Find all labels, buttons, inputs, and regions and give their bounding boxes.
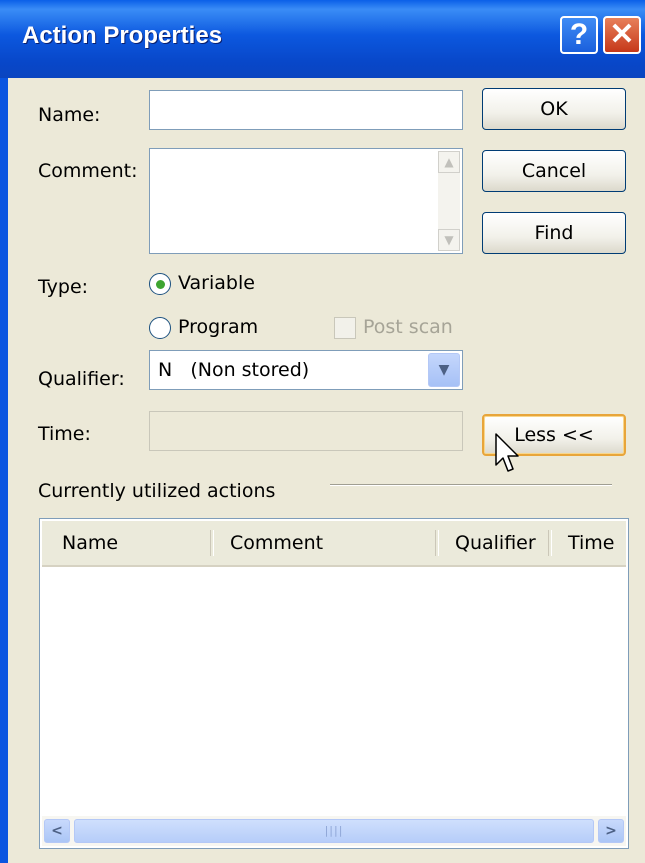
window-title: Action Properties [22, 22, 223, 49]
group-divider [330, 484, 612, 486]
time-input[interactable] [149, 411, 463, 451]
scroll-right-icon[interactable]: > [598, 819, 624, 843]
name-label: Name: [38, 104, 101, 126]
scroll-up-icon[interactable]: ▲ [438, 151, 460, 173]
mouse-pointer-icon [495, 433, 519, 472]
qualifier-select[interactable]: N (Non stored) ▼ [149, 350, 463, 390]
chevron-down-icon[interactable]: ▼ [428, 353, 460, 387]
scrollbar-thumb[interactable]: |||| [74, 819, 594, 843]
qualifier-value: N (Non stored) [158, 359, 310, 381]
column-separator[interactable] [210, 530, 214, 556]
variable-radio[interactable] [149, 273, 171, 295]
cancel-button[interactable]: Cancel [482, 150, 626, 192]
variable-radio-label[interactable]: Variable [178, 272, 255, 294]
comment-label: Comment: [38, 160, 138, 182]
scroll-down-icon[interactable]: ▼ [438, 229, 460, 251]
close-button[interactable]: ✕ [603, 16, 641, 54]
type-label: Type: [38, 276, 89, 298]
column-header-comment[interactable]: Comment [230, 532, 323, 554]
find-button[interactable]: Find [482, 212, 626, 254]
list-header: Name Comment Qualifier Time [42, 521, 626, 567]
time-label: Time: [38, 423, 91, 445]
column-header-qualifier[interactable]: Qualifier [455, 532, 536, 554]
dialog-body: Name: Comment: ▲ ▼ OK Cancel Find Type: … [8, 78, 645, 863]
column-separator[interactable] [435, 530, 439, 556]
currently-utilized-actions-label: Currently utilized actions [38, 480, 276, 502]
scroll-left-icon[interactable]: < [44, 819, 70, 843]
post-scan-label: Post scan [363, 316, 453, 338]
column-header-time[interactable]: Time [568, 532, 615, 554]
program-radio[interactable] [149, 317, 171, 339]
radio-selected-dot [156, 280, 165, 289]
name-input[interactable] [149, 90, 463, 130]
column-separator[interactable] [548, 530, 552, 556]
horizontal-scrollbar[interactable]: < |||| > [42, 816, 626, 846]
post-scan-checkbox[interactable] [334, 317, 356, 339]
ok-button[interactable]: OK [482, 88, 626, 130]
action-properties-window: Action Properties ? ✕ Name: Comment: ▲ ▼… [0, 0, 645, 863]
title-bar[interactable]: Action Properties ? ✕ [0, 0, 645, 78]
help-button[interactable]: ? [560, 16, 598, 54]
column-header-name[interactable]: Name [62, 532, 118, 554]
qualifier-label: Qualifier: [38, 368, 125, 390]
comment-textarea[interactable]: ▲ ▼ [149, 148, 463, 254]
actions-list[interactable]: Name Comment Qualifier Time < |||| > [39, 518, 629, 849]
program-radio-label[interactable]: Program [178, 316, 258, 338]
comment-scrollbar[interactable]: ▲ ▼ [438, 151, 460, 251]
